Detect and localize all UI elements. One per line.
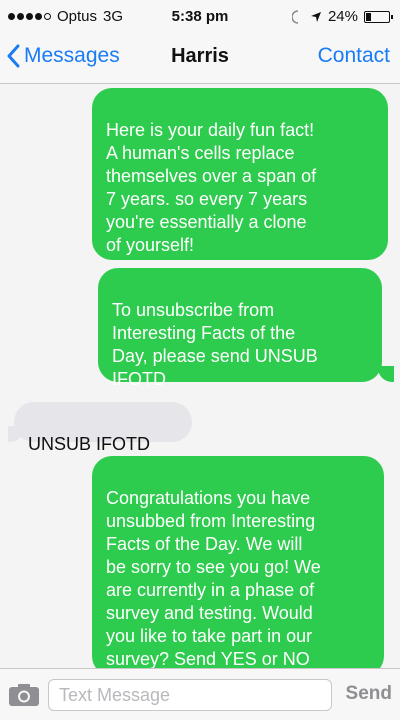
send-button[interactable]: Send (346, 683, 392, 705)
battery-fill (366, 12, 372, 21)
status-right: 24% (291, 8, 393, 25)
message-thread[interactable]: Here is your daily fun fact! A human's c… (0, 84, 400, 668)
location-arrow-icon (310, 11, 321, 22)
nav-bar: Messages Harris Contact (0, 32, 400, 84)
alarm-icon (291, 9, 299, 24)
messages-screen: Optus 3G 5:38 pm 24% Messages Harris Con… (0, 0, 400, 720)
battery-icon (364, 10, 393, 23)
message-bubble-outgoing[interactable]: Here is your daily fun fact! A human's c… (92, 88, 388, 260)
status-bar: Optus 3G 5:38 pm 24% (0, 0, 400, 32)
bubble-tail (8, 426, 24, 442)
contact-button[interactable]: Contact (318, 44, 390, 68)
battery-percent: 24% (327, 8, 358, 25)
message-text: UNSUB IFOTD (28, 434, 151, 454)
message-text: To unsubscribe from Interesting Facts of… (112, 300, 318, 389)
message-bubble-outgoing[interactable]: To unsubscribe from Interesting Facts of… (98, 268, 382, 389)
text-message-input[interactable] (48, 679, 332, 711)
message-bubble-outgoing[interactable]: Congratulations you have unsubbed from I… (92, 456, 384, 668)
message-text: Congratulations you have unsubbed from I… (106, 488, 321, 668)
message-bubble-incoming[interactable]: UNSUB IFOTD (14, 402, 192, 454)
message-input-bar: Send (0, 668, 400, 720)
message-text: Here is your daily fun fact! A human's c… (106, 120, 317, 255)
bubble-tail (378, 366, 394, 382)
camera-icon[interactable] (8, 683, 40, 707)
